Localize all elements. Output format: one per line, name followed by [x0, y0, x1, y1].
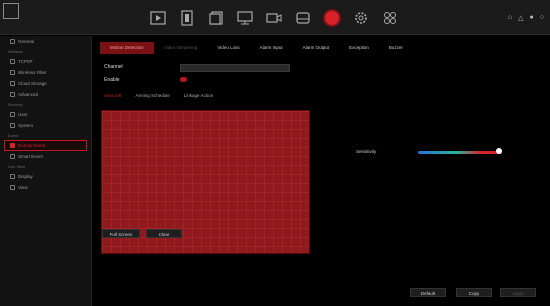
- top-nav: [143, 0, 404, 35]
- record-icon[interactable]: [317, 0, 346, 35]
- apply-button[interactable]: Apply: [500, 288, 536, 297]
- tab-video-tampering[interactable]: Video Tampering: [154, 42, 208, 54]
- sidebar-item-system[interactable]: System: [0, 120, 91, 131]
- sidebar-item-label: Cloud Storage: [18, 81, 47, 86]
- tab-alarm-output[interactable]: Alarm Output: [293, 42, 340, 54]
- tab-video-loss[interactable]: Video Loss: [207, 42, 249, 54]
- copy-button[interactable]: Copy: [456, 288, 492, 297]
- sidebar-item-label: Smart Event: [18, 154, 43, 159]
- enable-label: Enable: [104, 77, 120, 83]
- event-tabs: Motion Detection Video Tampering Video Los…: [100, 42, 413, 54]
- sidebar-item-smart-event[interactable]: Smart Event: [0, 151, 91, 162]
- subtab-arming-schedule[interactable]: Arming Schedule: [136, 93, 170, 98]
- sidebar-item-icon: [10, 39, 15, 44]
- sidebar-item-icon: [10, 185, 15, 190]
- alarm-icon[interactable]: △: [518, 14, 523, 22]
- sidebar-item-icon: [10, 81, 15, 86]
- playback-icon[interactable]: [143, 0, 172, 35]
- full-screen-button[interactable]: Full Screen: [102, 229, 140, 238]
- lock-icon[interactable]: ●: [530, 14, 534, 21]
- channel-label: Channel: [104, 64, 123, 70]
- tab-motion-detection[interactable]: Motion Detection: [100, 42, 154, 54]
- sensitivity-slider[interactable]: [418, 151, 502, 154]
- sidebar-item-label: System: [18, 123, 34, 128]
- sidebar-item-view[interactable]: View: [0, 182, 91, 193]
- top-bar: ⌂ △ ● ○: [0, 0, 550, 35]
- sidebar-item-icon: [10, 112, 15, 117]
- logo-icon: [3, 3, 19, 19]
- sidebar-item-display[interactable]: Display: [0, 171, 91, 182]
- monitor-icon[interactable]: [230, 0, 259, 35]
- tab-alarm-input[interactable]: Alarm Input: [250, 42, 293, 54]
- sidebar-item-label: Display: [18, 174, 33, 179]
- clear-button[interactable]: Clear: [146, 229, 182, 238]
- grid-icon[interactable]: [375, 0, 404, 35]
- enable-toggle[interactable]: [180, 77, 187, 82]
- channel-select[interactable]: [180, 64, 290, 72]
- sidebar-item-normal-event[interactable]: Normal Event: [4, 140, 87, 151]
- sidebar-item-icon: [10, 123, 15, 128]
- sidebar-group: Event: [8, 133, 19, 138]
- sidebar-item-label: TCP/IP: [18, 59, 33, 64]
- sidebar: General Network TCP/IP Wireless Filter Cloud…: [0, 36, 92, 306]
- tab-buzzer[interactable]: Buzzer: [379, 42, 413, 54]
- sidebar-group: Network: [8, 49, 23, 54]
- sidebar-item-icon: [10, 174, 15, 179]
- gear-icon[interactable]: [346, 0, 375, 35]
- top-right-icons: ⌂ △ ● ○: [508, 0, 544, 35]
- sidebar-item-advanced[interactable]: Advanced: [0, 89, 91, 100]
- sidebar-item-label: Normal Event: [18, 143, 46, 148]
- sidebar-item-icon: [10, 59, 15, 64]
- default-button[interactable]: Default: [410, 288, 446, 297]
- sidebar-item-label: View: [18, 185, 28, 190]
- sidebar-group: Security: [8, 102, 23, 107]
- sidebar-item-cloud-storage[interactable]: Cloud Storage: [0, 78, 91, 89]
- sidebar-item-label: Wireless Filter: [18, 70, 47, 75]
- files-icon[interactable]: [201, 0, 230, 35]
- storage-icon[interactable]: [288, 0, 317, 35]
- sub-tabs: Area Set Arming Schedule Linkage Action: [104, 93, 213, 98]
- sidebar-group: Live View: [8, 164, 26, 169]
- sidebar-item-label: User: [18, 112, 28, 117]
- sidebar-item-tcp-ip[interactable]: TCP/IP: [0, 56, 91, 67]
- tab-exception[interactable]: Exception: [339, 42, 379, 54]
- sidebar-item-wireless-filter[interactable]: Wireless Filter: [0, 67, 91, 78]
- camera-icon[interactable]: [259, 0, 288, 35]
- power-icon[interactable]: ○: [540, 14, 544, 21]
- sidebar-item-label: Advanced: [18, 92, 39, 97]
- sensitivity-label: Sensitivity: [356, 149, 377, 154]
- sidebar-item-label: General: [18, 39, 35, 44]
- subtab-area-set[interactable]: Area Set: [104, 93, 122, 98]
- film-icon[interactable]: [172, 0, 201, 35]
- sidebar-item-icon: [10, 143, 15, 148]
- main-panel: Motion Detection Video Tampering Video Los…: [92, 36, 550, 306]
- sidebar-item-icon: [10, 70, 15, 75]
- user-icon[interactable]: ⌂: [508, 14, 512, 21]
- sidebar-item-general[interactable]: General: [0, 36, 91, 47]
- subtab-linkage-action[interactable]: Linkage Action: [184, 93, 213, 98]
- sidebar-item-user[interactable]: User: [0, 109, 91, 120]
- sidebar-item-icon: [10, 92, 15, 97]
- sidebar-item-icon: [10, 154, 15, 159]
